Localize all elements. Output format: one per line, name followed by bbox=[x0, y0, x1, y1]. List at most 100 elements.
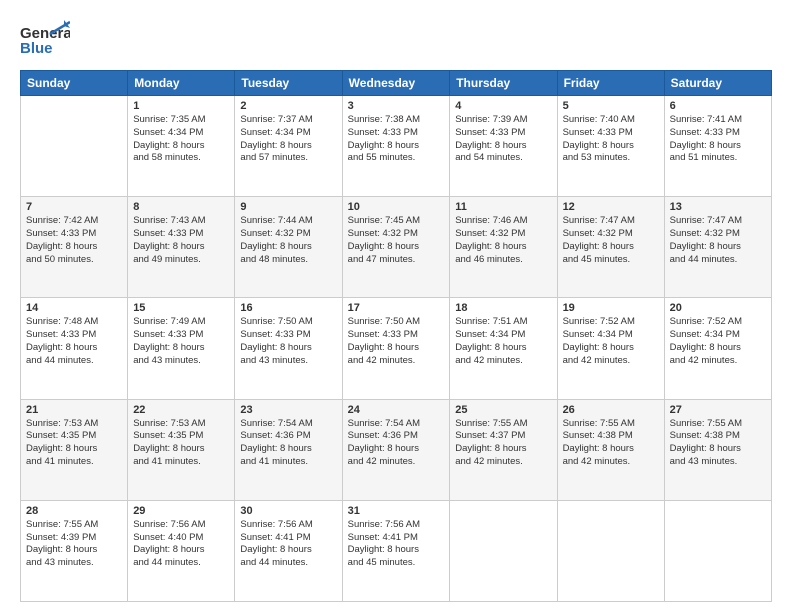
day-cell: 13Sunrise: 7:47 AMSunset: 4:32 PMDayligh… bbox=[664, 197, 771, 298]
week-row-4: 28Sunrise: 7:55 AMSunset: 4:39 PMDayligh… bbox=[21, 500, 772, 601]
day-number: 16 bbox=[240, 302, 336, 314]
day-number: 1 bbox=[133, 100, 229, 112]
day-number: 26 bbox=[563, 404, 659, 416]
sunset-text: Sunset: 4:33 PM bbox=[348, 127, 445, 140]
daylight-text-2: and 43 minutes. bbox=[670, 456, 766, 469]
daylight-text-2: and 42 minutes. bbox=[348, 456, 445, 469]
sunset-text: Sunset: 4:37 PM bbox=[455, 430, 551, 443]
daylight-text-2: and 42 minutes. bbox=[563, 355, 659, 368]
day-cell: 19Sunrise: 7:52 AMSunset: 4:34 PMDayligh… bbox=[557, 298, 664, 399]
daylight-text: Daylight: 8 hours bbox=[670, 241, 766, 254]
day-number: 28 bbox=[26, 505, 122, 517]
day-info: Sunrise: 7:52 AMSunset: 4:34 PMDaylight:… bbox=[670, 316, 766, 367]
sunset-text: Sunset: 4:34 PM bbox=[240, 127, 336, 140]
day-info: Sunrise: 7:35 AMSunset: 4:34 PMDaylight:… bbox=[133, 114, 229, 165]
daylight-text-2: and 42 minutes. bbox=[455, 456, 551, 469]
sunset-text: Sunset: 4:34 PM bbox=[455, 329, 551, 342]
day-number: 17 bbox=[348, 302, 445, 314]
day-info: Sunrise: 7:38 AMSunset: 4:33 PMDaylight:… bbox=[348, 114, 445, 165]
day-info: Sunrise: 7:54 AMSunset: 4:36 PMDaylight:… bbox=[240, 418, 336, 469]
day-cell: 1 Sunrise: 7:35 AMSunset: 4:34 PMDaylight… bbox=[128, 96, 235, 197]
day-number: 20 bbox=[670, 302, 766, 314]
day-info: Sunrise: 7:56 AMSunset: 4:41 PMDaylight:… bbox=[348, 519, 445, 570]
daylight-text: Daylight: 8 hours bbox=[240, 443, 336, 456]
day-cell: 5Sunrise: 7:40 AMSunset: 4:33 PMDaylight… bbox=[557, 96, 664, 197]
day-cell: 17Sunrise: 7:50 AMSunset: 4:33 PMDayligh… bbox=[342, 298, 450, 399]
daylight-text: Daylight: 8 hours bbox=[670, 342, 766, 355]
daylight-text: Daylight: 8 hours bbox=[563, 140, 659, 153]
day-number: 23 bbox=[240, 404, 336, 416]
day-info: Sunrise: 7:55 AMSunset: 4:38 PMDaylight:… bbox=[670, 418, 766, 469]
sunrise-text: Sunrise: 7:55 AM bbox=[563, 418, 659, 431]
sunset-text: Sunset: 4:33 PM bbox=[348, 329, 445, 342]
sunrise-text: Sunrise: 7:40 AM bbox=[563, 114, 659, 127]
day-info: Sunrise: 7:45 AMSunset: 4:32 PMDaylight:… bbox=[348, 215, 445, 266]
sunset-text: Sunset: 4:41 PM bbox=[240, 532, 336, 545]
day-number: 25 bbox=[455, 404, 551, 416]
day-info: Sunrise: 7:48 AMSunset: 4:33 PMDaylight:… bbox=[26, 316, 122, 367]
daylight-text-2: and 41 minutes. bbox=[133, 456, 229, 469]
day-cell: 14Sunrise: 7:48 AMSunset: 4:33 PMDayligh… bbox=[21, 298, 128, 399]
daylight-text-2: and 43 minutes. bbox=[240, 355, 336, 368]
sunset-text: Sunset: 4:33 PM bbox=[133, 228, 229, 241]
day-cell bbox=[450, 500, 557, 601]
sunset-text: Sunset: 4:33 PM bbox=[133, 329, 229, 342]
day-cell: 3Sunrise: 7:38 AMSunset: 4:33 PMDaylight… bbox=[342, 96, 450, 197]
sunrise-text: Sunrise: 7:48 AM bbox=[26, 316, 122, 329]
sunset-text: Sunset: 4:35 PM bbox=[26, 430, 122, 443]
sunrise-text: Sunrise: 7:47 AM bbox=[563, 215, 659, 228]
daylight-text-2: and 42 minutes. bbox=[348, 355, 445, 368]
sunset-text: Sunset: 4:36 PM bbox=[240, 430, 336, 443]
day-cell: 27Sunrise: 7:55 AMSunset: 4:38 PMDayligh… bbox=[664, 399, 771, 500]
daylight-text: Daylight: 8 hours bbox=[670, 140, 766, 153]
daylight-text: Daylight: 8 hours bbox=[240, 544, 336, 557]
daylight-text: Daylight: 8 hours bbox=[670, 443, 766, 456]
daylight-text: Daylight: 8 hours bbox=[26, 241, 122, 254]
day-number: 2 bbox=[240, 100, 336, 112]
day-info: Sunrise: 7:44 AMSunset: 4:32 PMDaylight:… bbox=[240, 215, 336, 266]
day-cell: 15Sunrise: 7:49 AMSunset: 4:33 PMDayligh… bbox=[128, 298, 235, 399]
calendar-table: SundayMondayTuesdayWednesdayThursdayFrid… bbox=[20, 70, 772, 602]
daylight-text-2: and 44 minutes. bbox=[240, 557, 336, 570]
sunset-text: Sunset: 4:32 PM bbox=[240, 228, 336, 241]
day-cell: 22Sunrise: 7:53 AMSunset: 4:35 PMDayligh… bbox=[128, 399, 235, 500]
weekday-tuesday: Tuesday bbox=[235, 71, 342, 96]
sunrise-text: Sunrise: 7:47 AM bbox=[670, 215, 766, 228]
sunrise-text: Sunrise: 7:50 AM bbox=[348, 316, 445, 329]
logo: General Blue bbox=[20, 18, 70, 58]
daylight-text-2: and 53 minutes. bbox=[563, 152, 659, 165]
sunset-text: Sunset: 4:33 PM bbox=[26, 228, 122, 241]
daylight-text-2: and 50 minutes. bbox=[26, 254, 122, 267]
daylight-text-2: and 54 minutes. bbox=[455, 152, 551, 165]
day-info: Sunrise: 7:43 AMSunset: 4:33 PMDaylight:… bbox=[133, 215, 229, 266]
day-cell: 7Sunrise: 7:42 AMSunset: 4:33 PMDaylight… bbox=[21, 197, 128, 298]
daylight-text: Daylight: 8 hours bbox=[348, 241, 445, 254]
day-cell: 26 Sunrise: 7:55 AMSunset: 4:38 PMDayligh… bbox=[557, 399, 664, 500]
week-row-0: 1 Sunrise: 7:35 AMSunset: 4:34 PMDaylight… bbox=[21, 96, 772, 197]
daylight-text-2: and 45 minutes. bbox=[348, 557, 445, 570]
day-info: Sunrise: 7:56 AMSunset: 4:40 PMDaylight:… bbox=[133, 519, 229, 570]
daylight-text-2: and 41 minutes. bbox=[240, 456, 336, 469]
daylight-text-2: and 58 minutes. bbox=[133, 152, 229, 165]
week-row-1: 7Sunrise: 7:42 AMSunset: 4:33 PMDaylight… bbox=[21, 197, 772, 298]
sunrise-text: Sunrise: 7:54 AM bbox=[240, 418, 336, 431]
daylight-text: Daylight: 8 hours bbox=[26, 443, 122, 456]
daylight-text-2: and 43 minutes. bbox=[133, 355, 229, 368]
daylight-text-2: and 42 minutes. bbox=[670, 355, 766, 368]
day-cell bbox=[21, 96, 128, 197]
day-number: 4 bbox=[455, 100, 551, 112]
sunrise-text: Sunrise: 7:52 AM bbox=[670, 316, 766, 329]
day-number: 5 bbox=[563, 100, 659, 112]
sunrise-text: Sunrise: 7:41 AM bbox=[670, 114, 766, 127]
day-number: 15 bbox=[133, 302, 229, 314]
day-number: 19 bbox=[563, 302, 659, 314]
sunset-text: Sunset: 4:32 PM bbox=[670, 228, 766, 241]
sunrise-text: Sunrise: 7:51 AM bbox=[455, 316, 551, 329]
day-info: Sunrise: 7:55 AMSunset: 4:38 PMDaylight:… bbox=[563, 418, 659, 469]
sunrise-text: Sunrise: 7:55 AM bbox=[26, 519, 122, 532]
day-number: 12 bbox=[563, 201, 659, 213]
logo-icon: General Blue bbox=[20, 18, 70, 58]
day-info: Sunrise: 7:37 AMSunset: 4:34 PMDaylight:… bbox=[240, 114, 336, 165]
day-number: 11 bbox=[455, 201, 551, 213]
sunrise-text: Sunrise: 7:43 AM bbox=[133, 215, 229, 228]
